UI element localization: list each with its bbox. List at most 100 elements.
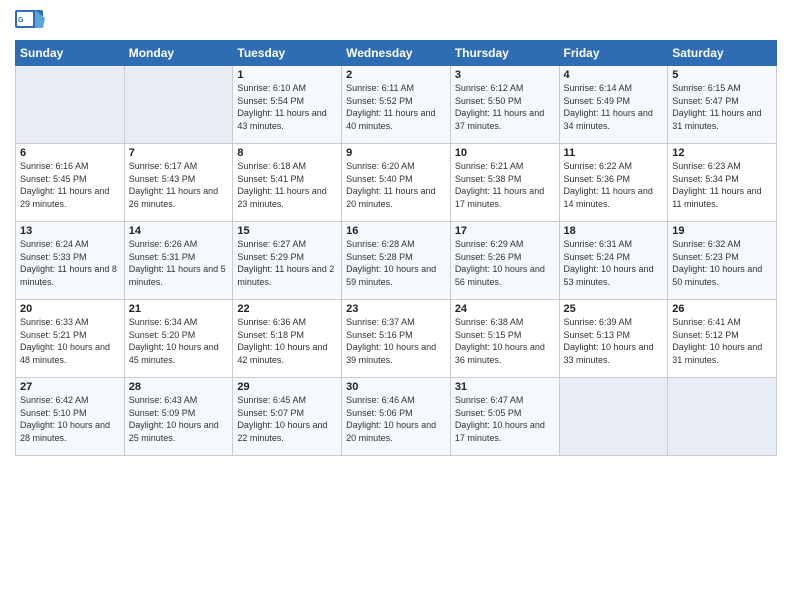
day-cell: 17Sunrise: 6:29 AM Sunset: 5:26 PM Dayli… <box>450 222 559 300</box>
day-info: Sunrise: 6:32 AM Sunset: 5:23 PM Dayligh… <box>672 238 772 288</box>
day-info: Sunrise: 6:46 AM Sunset: 5:06 PM Dayligh… <box>346 394 446 444</box>
day-number: 31 <box>455 381 555 393</box>
day-cell: 20Sunrise: 6:33 AM Sunset: 5:21 PM Dayli… <box>16 300 125 378</box>
day-cell: 16Sunrise: 6:28 AM Sunset: 5:28 PM Dayli… <box>342 222 451 300</box>
day-info: Sunrise: 6:21 AM Sunset: 5:38 PM Dayligh… <box>455 160 555 210</box>
day-cell <box>124 66 233 144</box>
day-cell: 23Sunrise: 6:37 AM Sunset: 5:16 PM Dayli… <box>342 300 451 378</box>
day-info: Sunrise: 6:22 AM Sunset: 5:36 PM Dayligh… <box>564 160 664 210</box>
day-number: 21 <box>129 303 229 315</box>
day-cell: 10Sunrise: 6:21 AM Sunset: 5:38 PM Dayli… <box>450 144 559 222</box>
day-number: 24 <box>455 303 555 315</box>
day-number: 4 <box>564 69 664 81</box>
day-info: Sunrise: 6:26 AM Sunset: 5:31 PM Dayligh… <box>129 238 229 288</box>
day-info: Sunrise: 6:18 AM Sunset: 5:41 PM Dayligh… <box>237 160 337 210</box>
day-number: 17 <box>455 225 555 237</box>
svg-text:G: G <box>18 17 24 24</box>
logo: G <box>15 10 49 34</box>
day-number: 14 <box>129 225 229 237</box>
day-number: 2 <box>346 69 446 81</box>
day-info: Sunrise: 6:39 AM Sunset: 5:13 PM Dayligh… <box>564 316 664 366</box>
day-number: 25 <box>564 303 664 315</box>
day-info: Sunrise: 6:28 AM Sunset: 5:28 PM Dayligh… <box>346 238 446 288</box>
day-cell: 31Sunrise: 6:47 AM Sunset: 5:05 PM Dayli… <box>450 378 559 456</box>
day-cell: 2Sunrise: 6:11 AM Sunset: 5:52 PM Daylig… <box>342 66 451 144</box>
day-cell: 6Sunrise: 6:16 AM Sunset: 5:45 PM Daylig… <box>16 144 125 222</box>
day-cell: 29Sunrise: 6:45 AM Sunset: 5:07 PM Dayli… <box>233 378 342 456</box>
day-cell: 30Sunrise: 6:46 AM Sunset: 5:06 PM Dayli… <box>342 378 451 456</box>
day-info: Sunrise: 6:33 AM Sunset: 5:21 PM Dayligh… <box>20 316 120 366</box>
day-number: 13 <box>20 225 120 237</box>
day-number: 7 <box>129 147 229 159</box>
day-cell: 8Sunrise: 6:18 AM Sunset: 5:41 PM Daylig… <box>233 144 342 222</box>
day-cell <box>668 378 777 456</box>
day-cell: 7Sunrise: 6:17 AM Sunset: 5:43 PM Daylig… <box>124 144 233 222</box>
col-header-sunday: Sunday <box>16 41 125 66</box>
day-cell: 15Sunrise: 6:27 AM Sunset: 5:29 PM Dayli… <box>233 222 342 300</box>
day-number: 27 <box>20 381 120 393</box>
col-header-tuesday: Tuesday <box>233 41 342 66</box>
day-cell: 21Sunrise: 6:34 AM Sunset: 5:20 PM Dayli… <box>124 300 233 378</box>
header: G <box>15 10 777 34</box>
day-cell: 22Sunrise: 6:36 AM Sunset: 5:18 PM Dayli… <box>233 300 342 378</box>
calendar-container: G SundayMondayTuesdayWednesdayThursdayFr… <box>0 0 792 466</box>
header-row: SundayMondayTuesdayWednesdayThursdayFrid… <box>16 41 777 66</box>
day-cell: 18Sunrise: 6:31 AM Sunset: 5:24 PM Dayli… <box>559 222 668 300</box>
day-number: 18 <box>564 225 664 237</box>
day-cell: 4Sunrise: 6:14 AM Sunset: 5:49 PM Daylig… <box>559 66 668 144</box>
day-cell: 14Sunrise: 6:26 AM Sunset: 5:31 PM Dayli… <box>124 222 233 300</box>
day-info: Sunrise: 6:12 AM Sunset: 5:50 PM Dayligh… <box>455 82 555 132</box>
day-number: 1 <box>237 69 337 81</box>
week-row-1: 1Sunrise: 6:10 AM Sunset: 5:54 PM Daylig… <box>16 66 777 144</box>
day-info: Sunrise: 6:42 AM Sunset: 5:10 PM Dayligh… <box>20 394 120 444</box>
day-info: Sunrise: 6:27 AM Sunset: 5:29 PM Dayligh… <box>237 238 337 288</box>
day-info: Sunrise: 6:41 AM Sunset: 5:12 PM Dayligh… <box>672 316 772 366</box>
day-cell <box>16 66 125 144</box>
day-cell: 3Sunrise: 6:12 AM Sunset: 5:50 PM Daylig… <box>450 66 559 144</box>
day-info: Sunrise: 6:47 AM Sunset: 5:05 PM Dayligh… <box>455 394 555 444</box>
day-info: Sunrise: 6:45 AM Sunset: 5:07 PM Dayligh… <box>237 394 337 444</box>
day-number: 30 <box>346 381 446 393</box>
col-header-monday: Monday <box>124 41 233 66</box>
day-number: 22 <box>237 303 337 315</box>
day-info: Sunrise: 6:16 AM Sunset: 5:45 PM Dayligh… <box>20 160 120 210</box>
day-number: 8 <box>237 147 337 159</box>
week-row-4: 20Sunrise: 6:33 AM Sunset: 5:21 PM Dayli… <box>16 300 777 378</box>
day-number: 12 <box>672 147 772 159</box>
day-info: Sunrise: 6:38 AM Sunset: 5:15 PM Dayligh… <box>455 316 555 366</box>
col-header-wednesday: Wednesday <box>342 41 451 66</box>
day-number: 15 <box>237 225 337 237</box>
calendar-table: SundayMondayTuesdayWednesdayThursdayFrid… <box>15 40 777 456</box>
day-info: Sunrise: 6:20 AM Sunset: 5:40 PM Dayligh… <box>346 160 446 210</box>
day-info: Sunrise: 6:34 AM Sunset: 5:20 PM Dayligh… <box>129 316 229 366</box>
day-number: 23 <box>346 303 446 315</box>
day-info: Sunrise: 6:11 AM Sunset: 5:52 PM Dayligh… <box>346 82 446 132</box>
day-cell: 27Sunrise: 6:42 AM Sunset: 5:10 PM Dayli… <box>16 378 125 456</box>
day-number: 10 <box>455 147 555 159</box>
day-info: Sunrise: 6:10 AM Sunset: 5:54 PM Dayligh… <box>237 82 337 132</box>
day-cell: 12Sunrise: 6:23 AM Sunset: 5:34 PM Dayli… <box>668 144 777 222</box>
day-info: Sunrise: 6:36 AM Sunset: 5:18 PM Dayligh… <box>237 316 337 366</box>
day-info: Sunrise: 6:43 AM Sunset: 5:09 PM Dayligh… <box>129 394 229 444</box>
day-number: 6 <box>20 147 120 159</box>
week-row-3: 13Sunrise: 6:24 AM Sunset: 5:33 PM Dayli… <box>16 222 777 300</box>
day-info: Sunrise: 6:37 AM Sunset: 5:16 PM Dayligh… <box>346 316 446 366</box>
day-cell: 28Sunrise: 6:43 AM Sunset: 5:09 PM Dayli… <box>124 378 233 456</box>
logo-icon: G <box>15 10 45 34</box>
col-header-saturday: Saturday <box>668 41 777 66</box>
col-header-thursday: Thursday <box>450 41 559 66</box>
day-cell: 11Sunrise: 6:22 AM Sunset: 5:36 PM Dayli… <box>559 144 668 222</box>
day-cell: 13Sunrise: 6:24 AM Sunset: 5:33 PM Dayli… <box>16 222 125 300</box>
day-info: Sunrise: 6:24 AM Sunset: 5:33 PM Dayligh… <box>20 238 120 288</box>
day-info: Sunrise: 6:14 AM Sunset: 5:49 PM Dayligh… <box>564 82 664 132</box>
day-number: 20 <box>20 303 120 315</box>
day-cell <box>559 378 668 456</box>
week-row-2: 6Sunrise: 6:16 AM Sunset: 5:45 PM Daylig… <box>16 144 777 222</box>
day-cell: 26Sunrise: 6:41 AM Sunset: 5:12 PM Dayli… <box>668 300 777 378</box>
day-cell: 5Sunrise: 6:15 AM Sunset: 5:47 PM Daylig… <box>668 66 777 144</box>
day-cell: 24Sunrise: 6:38 AM Sunset: 5:15 PM Dayli… <box>450 300 559 378</box>
day-info: Sunrise: 6:31 AM Sunset: 5:24 PM Dayligh… <box>564 238 664 288</box>
day-cell: 25Sunrise: 6:39 AM Sunset: 5:13 PM Dayli… <box>559 300 668 378</box>
col-header-friday: Friday <box>559 41 668 66</box>
day-cell: 9Sunrise: 6:20 AM Sunset: 5:40 PM Daylig… <box>342 144 451 222</box>
